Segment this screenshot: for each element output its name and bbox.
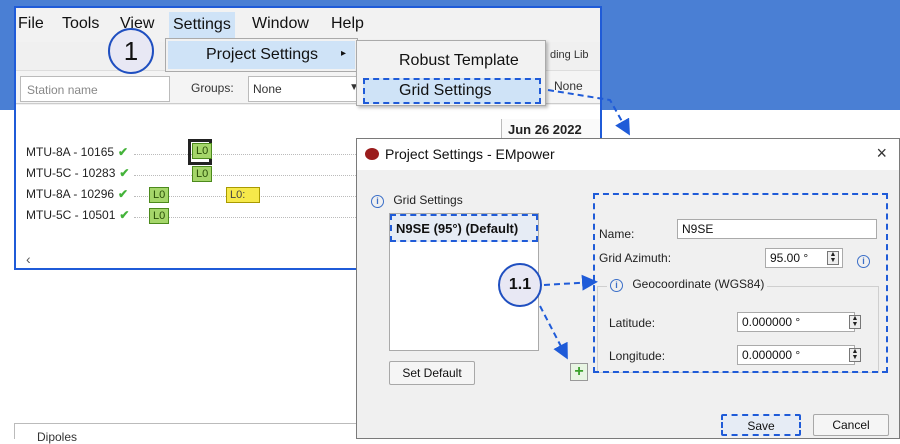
arrow-to-properties — [543, 274, 598, 291]
dipoles-section[interactable]: Dipoles — [14, 423, 356, 444]
arrow-to-dialog — [547, 89, 630, 136]
arrow-to-add — [539, 305, 568, 360]
callout-arrows — [539, 89, 630, 360]
